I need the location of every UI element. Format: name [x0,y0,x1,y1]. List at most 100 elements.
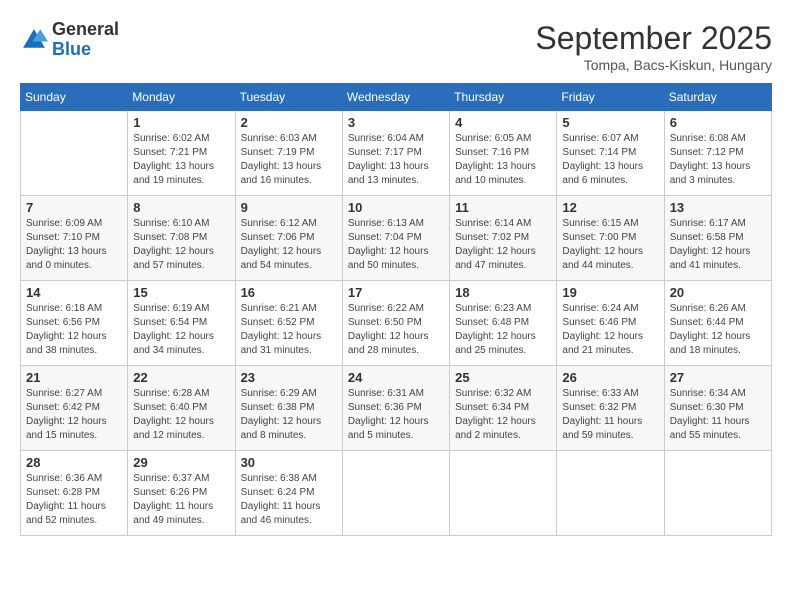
day-info: Sunrise: 6:19 AM Sunset: 6:54 PM Dayligh… [133,302,229,358]
calendar-cell: 5 Sunrise: 6:07 AM Sunset: 7:14 PM Daylig… [557,111,664,196]
day-info: Sunrise: 6:04 AM Sunset: 7:17 PM Dayligh… [348,132,444,188]
calendar-week-row: 14 Sunrise: 6:18 AM Sunset: 6:56 PM Dayli… [21,281,772,366]
day-info: Sunrise: 6:23 AM Sunset: 6:48 PM Dayligh… [455,302,551,358]
logo-general: General [52,19,119,39]
weekday-header-sunday: Sunday [21,84,128,111]
day-number: 3 [348,115,444,130]
day-number: 19 [562,285,658,300]
day-number: 20 [670,285,766,300]
day-number: 27 [670,370,766,385]
day-number: 21 [26,370,122,385]
day-info: Sunrise: 6:34 AM Sunset: 6:30 PM Dayligh… [670,387,766,443]
calendar-cell: 8 Sunrise: 6:10 AM Sunset: 7:08 PM Daylig… [128,196,235,281]
calendar-cell: 21 Sunrise: 6:27 AM Sunset: 6:42 PM Dayli… [21,366,128,451]
day-info: Sunrise: 6:31 AM Sunset: 6:36 PM Dayligh… [348,387,444,443]
day-number: 16 [241,285,337,300]
day-number: 17 [348,285,444,300]
page-header: General Blue September 2025 Tompa, Bacs-… [20,20,772,73]
calendar-week-row: 1 Sunrise: 6:02 AM Sunset: 7:21 PM Daylig… [21,111,772,196]
calendar-cell: 1 Sunrise: 6:02 AM Sunset: 7:21 PM Daylig… [128,111,235,196]
day-info: Sunrise: 6:03 AM Sunset: 7:19 PM Dayligh… [241,132,337,188]
logo-text: General Blue [52,20,119,60]
calendar-cell: 25 Sunrise: 6:32 AM Sunset: 6:34 PM Dayli… [450,366,557,451]
day-number: 10 [348,200,444,215]
calendar-cell: 30 Sunrise: 6:38 AM Sunset: 6:24 PM Dayli… [235,451,342,536]
weekday-header-saturday: Saturday [664,84,771,111]
day-info: Sunrise: 6:33 AM Sunset: 6:32 PM Dayligh… [562,387,658,443]
day-info: Sunrise: 6:09 AM Sunset: 7:10 PM Dayligh… [26,217,122,273]
day-info: Sunrise: 6:02 AM Sunset: 7:21 PM Dayligh… [133,132,229,188]
day-number: 12 [562,200,658,215]
calendar-week-row: 7 Sunrise: 6:09 AM Sunset: 7:10 PM Daylig… [21,196,772,281]
calendar-cell: 17 Sunrise: 6:22 AM Sunset: 6:50 PM Dayli… [342,281,449,366]
day-info: Sunrise: 6:38 AM Sunset: 6:24 PM Dayligh… [241,472,337,528]
calendar-cell: 13Sunrise: 6:17 AM Sunset: 6:58 PM Dayli… [664,196,771,281]
weekday-header-monday: Monday [128,84,235,111]
day-info: Sunrise: 6:10 AM Sunset: 7:08 PM Dayligh… [133,217,229,273]
calendar-cell: 15Sunrise: 6:19 AM Sunset: 6:54 PM Dayli… [128,281,235,366]
calendar-table: SundayMondayTuesdayWednesdayThursdayFrid… [20,83,772,536]
day-info: Sunrise: 6:05 AM Sunset: 7:16 PM Dayligh… [455,132,551,188]
calendar-cell: 3 Sunrise: 6:04 AM Sunset: 7:17 PM Daylig… [342,111,449,196]
day-number: 8 [133,200,229,215]
weekday-header-row: SundayMondayTuesdayWednesdayThursdayFrid… [21,84,772,111]
calendar-cell: 22 Sunrise: 6:28 AM Sunset: 6:40 PM Dayli… [128,366,235,451]
weekday-header-thursday: Thursday [450,84,557,111]
day-number: 7 [26,200,122,215]
calendar-cell: 19Sunrise: 6:24 AM Sunset: 6:46 PM Dayli… [557,281,664,366]
day-info: Sunrise: 6:37 AM Sunset: 6:26 PM Dayligh… [133,472,229,528]
day-number: 25 [455,370,551,385]
day-info: Sunrise: 6:21 AM Sunset: 6:52 PM Dayligh… [241,302,337,358]
day-number: 22 [133,370,229,385]
calendar-cell: 2 Sunrise: 6:03 AM Sunset: 7:19 PM Daylig… [235,111,342,196]
day-number: 1 [133,115,229,130]
title-block: September 2025 Tompa, Bacs-Kiskun, Hunga… [535,20,772,73]
logo-blue: Blue [52,39,91,59]
day-number: 14 [26,285,122,300]
calendar-cell: 24 Sunrise: 6:31 AM Sunset: 6:36 PM Dayli… [342,366,449,451]
calendar-cell: 23Sunrise: 6:29 AM Sunset: 6:38 PM Dayli… [235,366,342,451]
day-number: 11 [455,200,551,215]
day-info: Sunrise: 6:18 AM Sunset: 6:56 PM Dayligh… [26,302,122,358]
weekday-header-tuesday: Tuesday [235,84,342,111]
calendar-cell [664,451,771,536]
day-number: 6 [670,115,766,130]
day-info: Sunrise: 6:08 AM Sunset: 7:12 PM Dayligh… [670,132,766,188]
day-info: Sunrise: 6:13 AM Sunset: 7:04 PM Dayligh… [348,217,444,273]
day-number: 30 [241,455,337,470]
day-number: 2 [241,115,337,130]
day-info: Sunrise: 6:27 AM Sunset: 6:42 PM Dayligh… [26,387,122,443]
logo-icon [20,26,48,54]
day-info: Sunrise: 6:29 AM Sunset: 6:38 PM Dayligh… [241,387,337,443]
calendar-cell: 20 Sunrise: 6:26 AM Sunset: 6:44 PM Dayli… [664,281,771,366]
day-info: Sunrise: 6:28 AM Sunset: 6:40 PM Dayligh… [133,387,229,443]
day-number: 29 [133,455,229,470]
calendar-week-row: 21 Sunrise: 6:27 AM Sunset: 6:42 PM Dayli… [21,366,772,451]
day-info: Sunrise: 6:07 AM Sunset: 7:14 PM Dayligh… [562,132,658,188]
day-info: Sunrise: 6:36 AM Sunset: 6:28 PM Dayligh… [26,472,122,528]
day-info: Sunrise: 6:14 AM Sunset: 7:02 PM Dayligh… [455,217,551,273]
month-title: September 2025 [535,20,772,57]
calendar-cell: 7 Sunrise: 6:09 AM Sunset: 7:10 PM Daylig… [21,196,128,281]
calendar-cell: 27 Sunrise: 6:34 AM Sunset: 6:30 PM Dayli… [664,366,771,451]
day-number: 18 [455,285,551,300]
weekday-header-friday: Friday [557,84,664,111]
logo: General Blue [20,20,119,60]
calendar-week-row: 28Sunrise: 6:36 AM Sunset: 6:28 PM Dayli… [21,451,772,536]
calendar-cell: 11 Sunrise: 6:14 AM Sunset: 7:02 PM Dayli… [450,196,557,281]
calendar-cell: 12Sunrise: 6:15 AM Sunset: 7:00 PM Dayli… [557,196,664,281]
calendar-cell: 9Sunrise: 6:12 AM Sunset: 7:06 PM Daylig… [235,196,342,281]
day-number: 24 [348,370,444,385]
calendar-cell: 10 Sunrise: 6:13 AM Sunset: 7:04 PM Dayli… [342,196,449,281]
day-info: Sunrise: 6:22 AM Sunset: 6:50 PM Dayligh… [348,302,444,358]
calendar-cell [557,451,664,536]
day-info: Sunrise: 6:26 AM Sunset: 6:44 PM Dayligh… [670,302,766,358]
calendar-cell [342,451,449,536]
calendar-cell: 26Sunrise: 6:33 AM Sunset: 6:32 PM Dayli… [557,366,664,451]
location-subtitle: Tompa, Bacs-Kiskun, Hungary [535,57,772,73]
day-info: Sunrise: 6:32 AM Sunset: 6:34 PM Dayligh… [455,387,551,443]
calendar-cell: 4Sunrise: 6:05 AM Sunset: 7:16 PM Daylig… [450,111,557,196]
day-number: 5 [562,115,658,130]
day-info: Sunrise: 6:17 AM Sunset: 6:58 PM Dayligh… [670,217,766,273]
day-info: Sunrise: 6:12 AM Sunset: 7:06 PM Dayligh… [241,217,337,273]
